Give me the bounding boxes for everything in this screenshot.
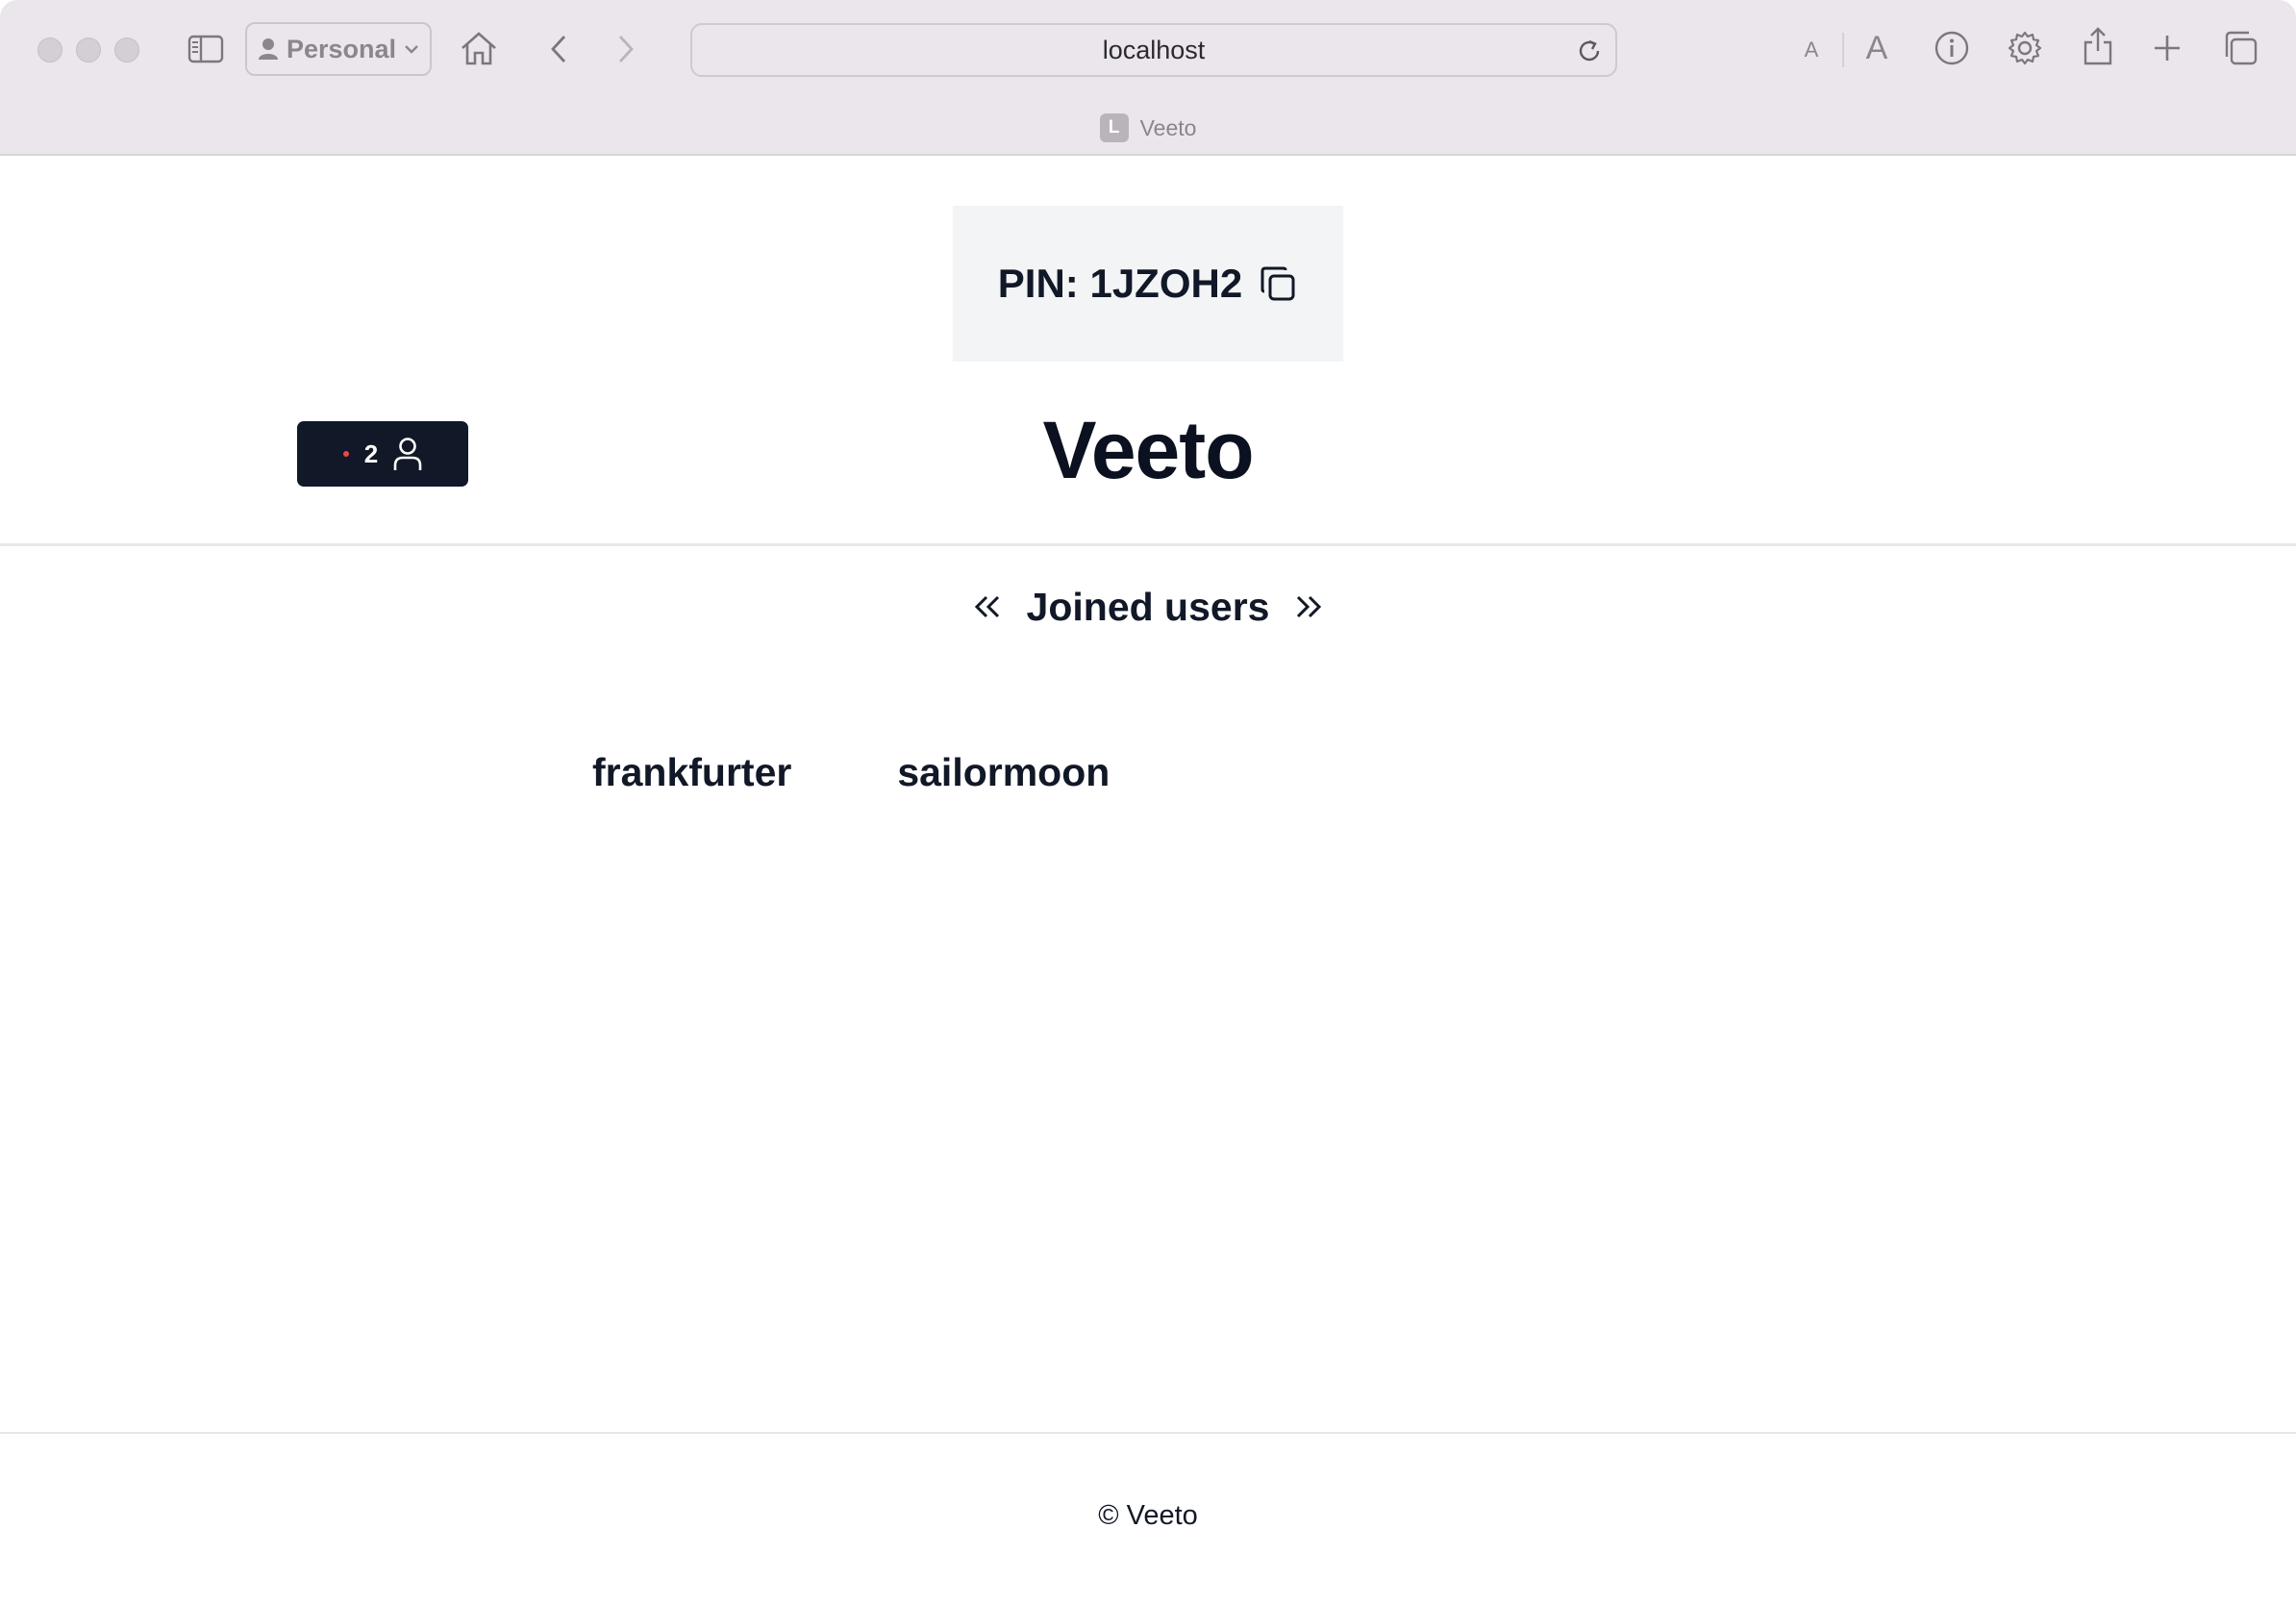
page-info-button[interactable] — [1933, 29, 1971, 67]
section-title: Joined users — [1026, 584, 1270, 629]
tab-title: Veeto — [1139, 114, 1197, 140]
forward-button[interactable] — [611, 31, 640, 67]
new-tab-button[interactable] — [2150, 31, 2184, 65]
chevrons-left-icon[interactable] — [971, 589, 1006, 624]
home-icon — [462, 32, 496, 65]
sidebar-icon — [187, 35, 224, 63]
zoom-window-button[interactable] — [114, 38, 139, 63]
chevron-down-icon — [405, 45, 418, 54]
tabs-overview-icon — [2225, 31, 2258, 65]
joined-users-header: Joined users — [0, 573, 2296, 640]
pin-label: PIN: 1JZOH2 — [997, 261, 1243, 306]
share-icon — [2084, 27, 2112, 65]
browser-window: Personal localhost A A L Veeto PIN: 1JZO… — [0, 0, 2296, 1604]
info-icon — [1934, 31, 1969, 65]
joined-users-list: frankfurter sailormoon — [592, 750, 1110, 795]
settings-button[interactable] — [2006, 29, 2044, 67]
profile-selector[interactable]: Personal — [245, 22, 432, 76]
gear-icon — [2008, 31, 2042, 65]
minimize-window-button[interactable] — [76, 38, 101, 63]
user-name: frankfurter — [592, 750, 792, 794]
tab-overview-button[interactable] — [2221, 29, 2259, 67]
tab-favicon: L — [1099, 113, 1129, 142]
chevrons-right-icon[interactable] — [1290, 589, 1325, 624]
forward-icon — [618, 36, 634, 63]
increase-text-size-button[interactable]: A — [1858, 29, 1896, 67]
address-bar[interactable]: localhost — [690, 23, 1617, 77]
address-text: localhost — [1102, 35, 1206, 64]
header-divider — [0, 543, 2296, 546]
close-window-button[interactable] — [37, 38, 62, 63]
decrease-text-size-button[interactable]: A — [1798, 37, 1825, 63]
pin-box: PIN: 1JZOH2 — [953, 206, 1343, 362]
sidebar-toggle-button[interactable] — [187, 33, 225, 65]
brand-title: Veeto — [1042, 405, 1254, 495]
active-tab[interactable]: L Veeto — [0, 112, 2296, 144]
footer-divider — [0, 1432, 2296, 1434]
plus-icon — [2155, 36, 2180, 61]
home-button[interactable] — [460, 29, 498, 67]
profile-label: Personal — [286, 34, 397, 63]
back-icon — [551, 36, 566, 63]
footer-copyright: © Veeto — [1098, 1500, 1198, 1531]
user-name: sailormoon — [897, 750, 1111, 794]
copy-icon[interactable] — [1258, 263, 1298, 304]
back-button[interactable] — [544, 31, 573, 67]
share-button[interactable] — [2081, 25, 2115, 67]
toolbar-divider — [1842, 33, 1844, 67]
person-icon — [258, 38, 278, 60]
browser-toolbar: Personal localhost A A L Veeto — [0, 0, 2296, 156]
reload-icon[interactable] — [1575, 37, 1604, 65]
